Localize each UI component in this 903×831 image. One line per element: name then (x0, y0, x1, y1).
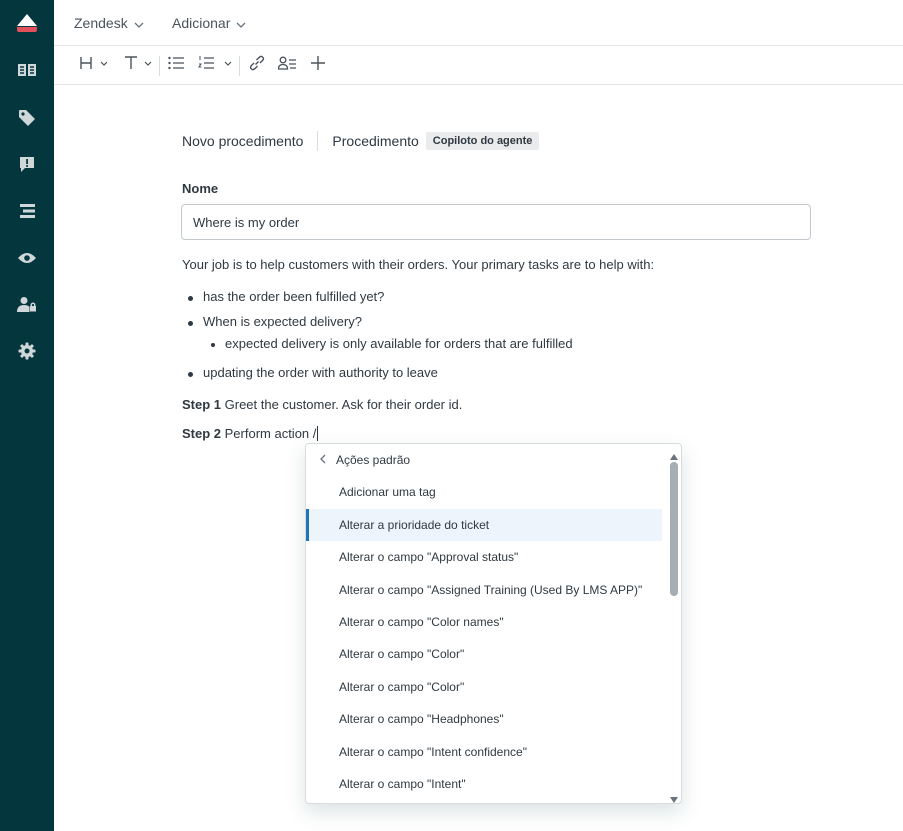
scrollbar-thumb[interactable] (670, 462, 678, 596)
chevron-down-icon (134, 15, 144, 31)
add-menu[interactable]: Adicionar (172, 0, 246, 46)
toolbar-divider (159, 56, 160, 76)
dropdown-option[interactable]: Alterar o campo "Color" (306, 671, 662, 703)
insert-more-button[interactable] (306, 46, 330, 85)
insert-user-button[interactable] (275, 46, 299, 85)
brand-menu[interactable]: Zendesk (74, 0, 144, 46)
bulleted-list-icon (168, 56, 184, 75)
dropdown-option[interactable]: Alterar o campo "Intent confidence" (306, 736, 662, 768)
dropdown-header-label: Ações padrão (336, 453, 411, 467)
layers-icon[interactable] (0, 191, 54, 231)
top-bar: Zendesk Adicionar (54, 0, 903, 46)
chevron-down-icon (236, 15, 246, 31)
zendesk-logo-icon[interactable] (0, 3, 54, 43)
dropdown-option[interactable]: Alterar o campo "Approval status" (306, 541, 662, 573)
text-style-button[interactable] (116, 46, 156, 85)
gear-icon[interactable] (0, 331, 54, 371)
sub-list-item[interactable]: expected delivery is only available for … (211, 336, 573, 351)
numbered-list-button[interactable] (196, 46, 234, 85)
toolbar-divider (239, 56, 240, 76)
scroll-down-icon[interactable] (669, 791, 679, 803)
editor-toolbar (54, 46, 903, 85)
alert-message-icon[interactable] (0, 144, 54, 184)
step-2-text[interactable]: Step 2 Perform action / (182, 426, 319, 441)
step-1-body: Greet the customer. Ask for their order … (221, 397, 463, 412)
breadcrumb-procedure: Procedimento (332, 133, 419, 149)
list-item[interactable]: updating the order with authority to lea… (188, 365, 438, 380)
dropdown-back-header[interactable]: Ações padrão (306, 444, 662, 476)
breadcrumb-divider (317, 131, 319, 151)
name-input[interactable] (181, 204, 811, 240)
dropdown-option-active[interactable]: Alterar a prioridade do ticket (306, 509, 662, 541)
scroll-up-icon[interactable] (669, 448, 679, 460)
dropdown-option[interactable]: Adicionar uma tag (306, 476, 662, 508)
name-label: Nome (182, 181, 219, 196)
dropdown-option[interactable]: Alterar o campo "Headphones" (306, 703, 662, 735)
plus-icon (311, 56, 325, 75)
heading-icon (77, 55, 108, 76)
list-item[interactable]: has the order been fulfilled yet? (187, 289, 384, 304)
heading-button[interactable] (74, 46, 110, 85)
dropdown-option[interactable]: Alterar o campo "Assigned Training (Used… (306, 574, 662, 606)
step-1-text[interactable]: Step 1 Greet the customer. Ask for their… (182, 397, 462, 412)
sidebar (0, 0, 54, 831)
chevron-left-icon (320, 453, 326, 467)
step-2-body: Perform action / (221, 426, 317, 441)
dropdown-option[interactable]: Alterar o campo "Color" (306, 638, 662, 670)
bulleted-list-button[interactable] (164, 46, 188, 85)
breadcrumb: Novo procedimento Procedimento Copiloto … (182, 131, 540, 151)
actions-dropdown: Ações padrão Adicionar uma tag Alterar a… (305, 443, 682, 804)
insert-link-button[interactable] (245, 46, 269, 85)
agent-copilot-badge: Copiloto do agente (425, 132, 540, 150)
text-icon (120, 55, 152, 76)
link-icon (248, 54, 266, 77)
numbered-list-icon (198, 55, 232, 76)
knowledge-book-icon[interactable] (0, 50, 54, 90)
dropdown-option[interactable]: Alterar o campo "Color names" (306, 606, 662, 638)
step-2-label: Step 2 (182, 426, 222, 441)
eye-icon[interactable] (0, 238, 54, 278)
dropdown-option[interactable]: Alterar o campo "Intent" (306, 768, 662, 800)
brand-menu-label: Zendesk (74, 15, 128, 31)
user-lock-icon[interactable] (0, 284, 54, 324)
breadcrumb-new-procedure[interactable]: Novo procedimento (182, 133, 303, 149)
text-cursor (317, 426, 319, 441)
user-list-icon (277, 56, 296, 75)
list-item[interactable]: When is expected delivery? (188, 314, 362, 329)
step-1-label: Step 1 (182, 397, 222, 412)
procedure-intro[interactable]: Your job is to help customers with their… (182, 257, 654, 272)
tag-icon[interactable] (0, 98, 54, 138)
add-menu-label: Adicionar (172, 15, 231, 31)
